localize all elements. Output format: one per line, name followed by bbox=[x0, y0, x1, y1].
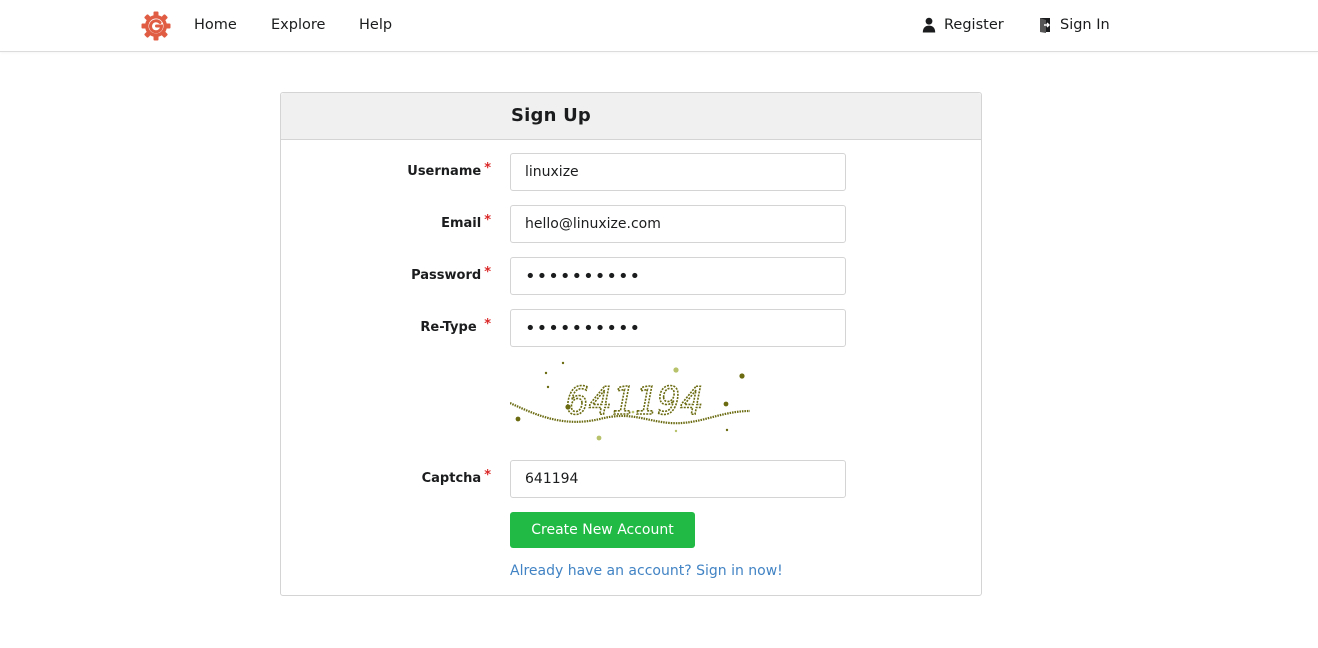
sign-in-icon bbox=[1040, 18, 1050, 33]
retype-password-input[interactable] bbox=[510, 309, 846, 347]
password-label-text: Password bbox=[411, 268, 482, 283]
captcha-image: 641194 bbox=[510, 361, 750, 441]
required-marker: * bbox=[484, 265, 491, 280]
required-marker: * bbox=[484, 213, 491, 228]
nav-signin-link[interactable]: Sign In bbox=[1038, 16, 1110, 34]
username-label-text: Username bbox=[407, 164, 482, 179]
required-marker: * bbox=[484, 468, 491, 483]
captcha-input[interactable] bbox=[510, 460, 846, 498]
captcha-label-text: Captcha bbox=[421, 471, 482, 486]
password-input[interactable] bbox=[510, 257, 846, 295]
nav-help-link[interactable]: Help bbox=[359, 16, 392, 34]
signin-now-link[interactable]: Already have an account? Sign in now! bbox=[510, 563, 783, 579]
captcha-text: 641194 bbox=[566, 379, 703, 423]
nav-register-label: Register bbox=[944, 17, 1004, 33]
person-icon bbox=[922, 17, 936, 33]
username-label: Username * bbox=[351, 161, 491, 179]
email-label-text: Email bbox=[441, 216, 482, 231]
signup-card: Sign Up Username* Email* Password* Re-Ty… bbox=[280, 92, 982, 596]
nav-signin-label: Sign In bbox=[1060, 17, 1110, 33]
page-title: Sign Up bbox=[511, 105, 592, 126]
nav-home-link[interactable]: Home bbox=[194, 16, 237, 34]
captcha-label: Captcha * bbox=[351, 468, 491, 486]
nav-register-link[interactable]: Register bbox=[922, 16, 1004, 34]
signup-card-header: Sign Up bbox=[281, 93, 981, 140]
email-input[interactable] bbox=[510, 205, 846, 243]
retype-label-text: Re-Type bbox=[420, 320, 477, 335]
required-marker: * bbox=[484, 161, 491, 176]
password-label: Password * bbox=[351, 265, 491, 283]
required-marker: * bbox=[484, 317, 491, 332]
create-account-button[interactable]: Create New Account bbox=[510, 512, 695, 548]
email-label: Email * bbox=[351, 213, 491, 231]
gitea-logo-icon[interactable] bbox=[140, 10, 172, 42]
top-navbar: Home Explore Help Register Sign In bbox=[0, 0, 1318, 52]
retype-label: Re-Type * bbox=[351, 317, 491, 335]
nav-explore-link[interactable]: Explore bbox=[271, 16, 325, 34]
username-input[interactable] bbox=[510, 153, 846, 191]
